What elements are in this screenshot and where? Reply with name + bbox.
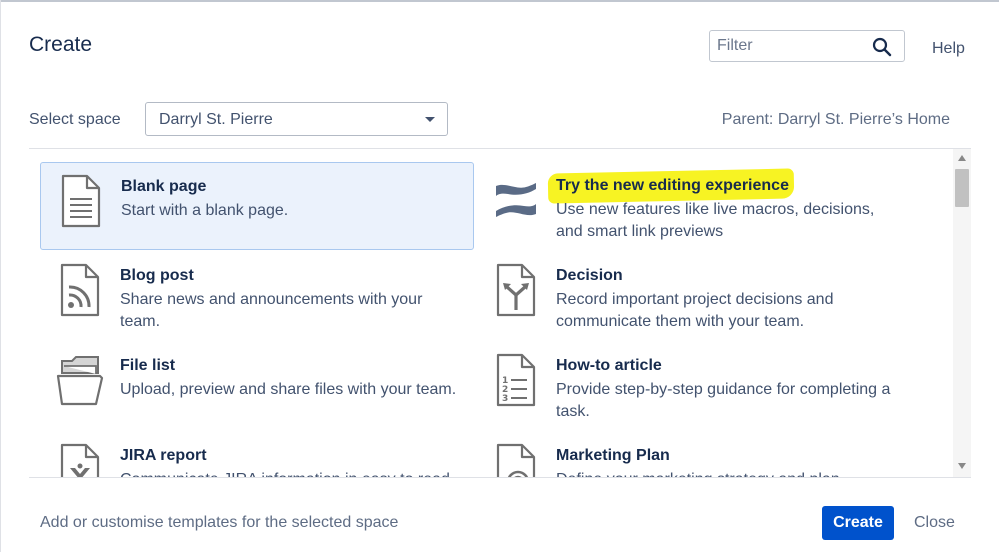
template-description: Share news and announcements with your t… (120, 291, 423, 330)
template-name: Marketing Plan (556, 447, 670, 464)
template-description: Upload, preview and share files with you… (120, 381, 457, 398)
template-blank-page[interactable]: Blank page Start with a blank page. (40, 162, 474, 250)
template-blog-post[interactable]: Blog post Share news and announcements w… (40, 252, 474, 340)
template-list[interactable]: Blank page Start with a blank page. Try … (29, 148, 971, 478)
svg-text:3: 3 (502, 394, 508, 404)
dialog-title: Create (29, 33, 93, 56)
scrollbar-thumb[interactable] (955, 169, 969, 207)
create-button[interactable]: Create (822, 506, 894, 540)
blog-post-icon (60, 263, 100, 317)
template-description: Use new features like live macros, decis… (556, 201, 875, 240)
window-top-edge (0, 0, 999, 2)
template-name: JIRA report (120, 447, 207, 464)
select-space-label: Select space (29, 111, 121, 128)
filter-box[interactable] (709, 30, 905, 62)
template-name: How-to article (556, 357, 662, 374)
folder-icon (56, 356, 104, 406)
scroll-down-arrow-icon[interactable] (958, 463, 966, 469)
template-file-list[interactable]: File list Upload, preview and share file… (40, 342, 474, 430)
marketing-plan-icon (496, 443, 536, 477)
parent-page-label: Parent: Darryl St. Pierre’s Home (721, 111, 950, 128)
template-name: Try the new editing experience (556, 177, 789, 195)
template-new-editing-experience[interactable]: Try the new editing experience Use new f… (476, 162, 910, 250)
window-left-edge (0, 0, 1, 552)
close-button[interactable]: Close (914, 514, 955, 532)
template-list-scrollbar[interactable] (953, 149, 971, 477)
help-link[interactable]: Help (932, 40, 965, 58)
filter-input[interactable] (710, 31, 877, 61)
caret-down-icon (425, 117, 435, 122)
template-name: File list (120, 357, 176, 374)
customise-templates-link[interactable]: Add or customise templates for the selec… (40, 514, 398, 532)
template-name: Blank page (121, 178, 207, 195)
jira-report-icon (60, 443, 100, 477)
template-marketing-plan[interactable]: Marketing Plan Define your marketing str… (476, 432, 910, 477)
template-description: Start with a blank page. (121, 202, 289, 219)
confluence-logo-icon (496, 183, 536, 217)
template-description: Communicate JIRA information in easy to … (120, 469, 465, 477)
template-decision[interactable]: Decision Record important project decisi… (476, 252, 910, 340)
template-description: Record important project decisions and c… (556, 291, 834, 330)
blank-page-icon (61, 174, 101, 228)
space-select-value: Darryl St. Pierre (159, 111, 273, 128)
template-name: Blog post (120, 267, 194, 284)
template-name: Decision (556, 267, 623, 284)
yellow-highlight: Try the new editing experience (556, 177, 789, 194)
template-description: Provide step-by-step guidance for comple… (556, 381, 891, 420)
decision-icon (496, 263, 536, 317)
scroll-up-arrow-icon[interactable] (958, 155, 966, 161)
template-jira-report[interactable]: JIRA report Communicate JIRA information… (40, 432, 474, 477)
template-grid: Blank page Start with a blank page. Try … (29, 149, 953, 477)
numbered-list-icon: 1 2 3 (496, 353, 536, 407)
template-how-to-article[interactable]: 1 2 3 How-to article Provide step-by-ste… (476, 342, 910, 430)
space-select[interactable]: Darryl St. Pierre (145, 102, 448, 136)
search-icon[interactable] (872, 37, 892, 57)
template-description: Define your marketing strategy and plan (556, 469, 901, 477)
